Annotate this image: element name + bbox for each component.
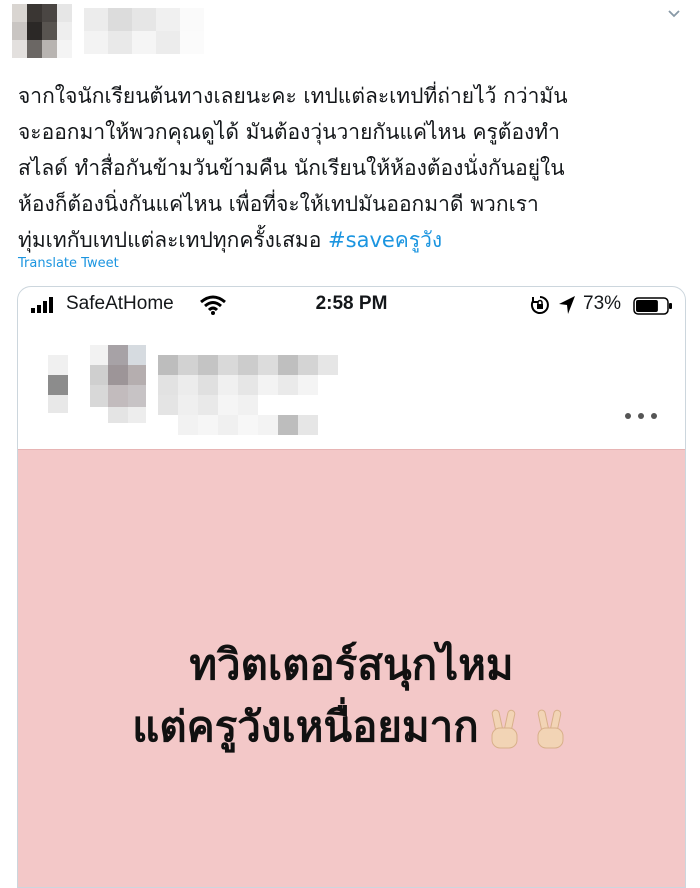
more-dots-icon[interactable] [623,409,659,423]
tweet-text-line: จากใจนักเรียนต้นทางเลยนะคะ เทปแต่ละเทปที… [18,84,568,108]
tweet-text-line: สไลด์ ทำสื่อกันข้ามวันข้ามคืน นักเรียนให… [18,156,565,180]
rotation-lock-icon [530,296,549,314]
battery-icon [633,297,672,315]
post-image: ทวิตเตอร์สนุกไหม แต่ครูวังเหนื่อยมาก [18,449,685,887]
post-author-blurred[interactable] [48,345,378,457]
tweet-text: จากใจนักเรียนต้นทางเลยนะคะ เทปแต่ละเทปที… [18,78,688,258]
post-text-line-2: แต่ครูวังเหนื่อยมาก [18,694,685,760]
post-text-line-1: ทวิตเตอร์สนุกไหม [189,640,514,689]
author-name-blurred[interactable] [84,8,204,54]
battery-percent: 73% [583,293,622,314]
tweet-header [0,0,700,70]
chevron-down-icon[interactable] [666,6,682,22]
tweet-text-line: ห้องก็ต้องนิ่งกันแค่ไหน เพื่อที่จะให้เทป… [18,192,539,216]
victory-hand-emoji [491,709,518,748]
post-header [18,331,685,451]
post-text-line-2-text: แต่ครูวังเหนื่อยมาก [132,702,479,751]
avatar[interactable] [12,4,72,58]
phone-status-bar: SafeAtHome 2:58 PM 73% [18,287,685,327]
victory-hand-emoji [537,709,564,748]
tweet-text-line: จะออกมาให้พวกคุณดูได้ มันต้องวุ่นวายกันแ… [18,120,560,144]
hashtag-link[interactable]: #saveครูวัง [328,228,442,252]
tweet-text-line: ทุ่มเทกับเทปแต่ละเทปทุกครั้งเสมอ [18,228,329,252]
translate-tweet-link[interactable]: Translate Tweet [18,256,119,271]
attached-screenshot[interactable]: SafeAtHome 2:58 PM 73% ทวิตเตอร์สนุกไหม … [17,286,686,888]
location-arrow-icon [559,296,575,314]
